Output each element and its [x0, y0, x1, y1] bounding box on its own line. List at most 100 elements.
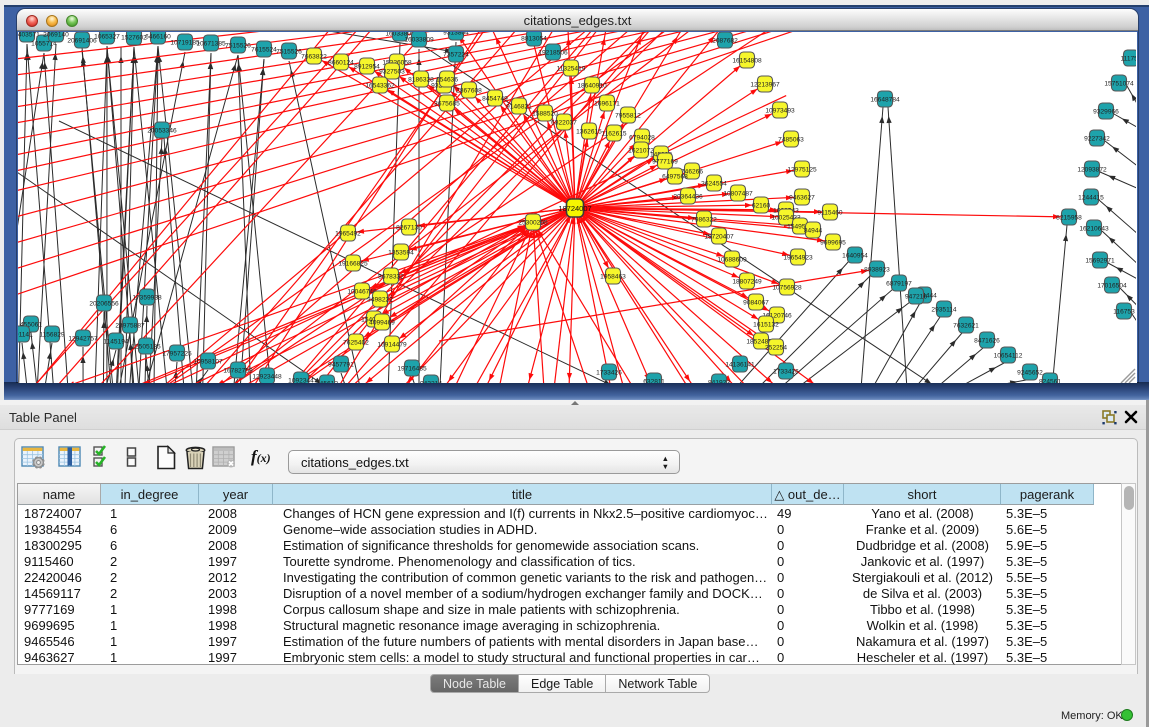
svg-text:8813054: 8813054 — [521, 36, 547, 43]
svg-text:2069140: 2069140 — [43, 32, 69, 39]
svg-text:18640910: 18640910 — [577, 83, 607, 90]
svg-text:12213967: 12213967 — [750, 82, 780, 89]
svg-text:23975887: 23975887 — [115, 323, 145, 330]
svg-text:9245652: 9245652 — [1017, 370, 1043, 377]
svg-text:3624554: 3624554 — [701, 181, 727, 188]
svg-text:16154808: 16154808 — [732, 58, 762, 65]
svg-text:1615132: 1615132 — [753, 322, 779, 329]
svg-text:2935114: 2935114 — [931, 307, 957, 314]
svg-text:947216: 947216 — [905, 294, 927, 301]
svg-text:1733426: 1733426 — [773, 369, 799, 376]
svg-text:245612: 245612 — [316, 381, 338, 384]
svg-text:10958107: 10958107 — [193, 359, 223, 366]
svg-text:824561: 824561 — [1039, 379, 1061, 384]
svg-text:1527602: 1527602 — [121, 35, 147, 42]
svg-text:10688609: 10688609 — [717, 257, 747, 264]
svg-text:2087682: 2087682 — [712, 38, 738, 45]
svg-text:6322037: 6322037 — [551, 120, 577, 127]
svg-text:16033809: 16033809 — [404, 37, 434, 44]
svg-text:17016504: 17016504 — [1097, 283, 1127, 290]
svg-text:1065327: 1065327 — [94, 34, 120, 41]
svg-text:7615524: 7615524 — [251, 47, 277, 54]
svg-text:7625402: 7625402 — [343, 340, 369, 347]
svg-text:15720407: 15720407 — [704, 234, 734, 241]
svg-text:15751074: 15751074 — [1104, 81, 1134, 88]
svg-text:8267130: 8267130 — [396, 225, 422, 232]
svg-text:9327503: 9327503 — [379, 69, 405, 76]
svg-text:6879197: 6879197 — [886, 281, 912, 288]
svg-text:9084067: 9084067 — [743, 300, 769, 307]
svg-text:8678332: 8678332 — [378, 274, 404, 281]
svg-text:19218506: 19218506 — [538, 50, 568, 57]
svg-text:16914479: 16914479 — [377, 342, 407, 349]
svg-text:16648784: 16648784 — [870, 97, 900, 104]
svg-text:20206556: 20206556 — [89, 301, 119, 308]
svg-text:1353594: 1353594 — [388, 250, 414, 257]
svg-text:1244415: 1244415 — [1078, 195, 1104, 202]
svg-text:8660124: 8660124 — [328, 60, 354, 67]
svg-text:16210643: 16210643 — [1079, 226, 1109, 233]
svg-text:9146821: 9146821 — [506, 104, 532, 111]
svg-text:12923448: 12923448 — [252, 374, 282, 381]
svg-text:1588520: 1588520 — [532, 111, 558, 118]
svg-text:116753: 116753 — [1113, 309, 1135, 316]
svg-text:7986322: 7986322 — [691, 217, 717, 224]
svg-text:10671385: 10671385 — [196, 41, 226, 48]
svg-text:16543362: 16543362 — [365, 83, 395, 90]
svg-text:9227342: 9227342 — [1084, 136, 1110, 143]
svg-text:12505135: 12505135 — [131, 344, 161, 351]
svg-text:8938923: 8938923 — [864, 267, 890, 274]
svg-text:7663822: 7663822 — [301, 54, 327, 61]
svg-text:18807249: 18807249 — [732, 279, 762, 286]
svg-text:7485063: 7485063 — [778, 137, 804, 144]
svg-text:9777169: 9777169 — [652, 159, 678, 166]
svg-text:7955812: 7955812 — [615, 113, 641, 120]
svg-text:1362615: 1362615 — [576, 129, 602, 136]
svg-text:17359938: 17359938 — [132, 295, 162, 302]
svg-text:252254: 252254 — [765, 345, 787, 352]
svg-text:154636: 154636 — [436, 77, 458, 84]
svg-text:12975125: 12975125 — [787, 167, 817, 174]
svg-text:6794028: 6794028 — [629, 135, 655, 142]
svg-text:1733426: 1733426 — [596, 370, 622, 377]
svg-text:17957225: 17957225 — [162, 351, 192, 358]
svg-text:3498222: 3498222 — [367, 297, 393, 304]
svg-text:19166825: 19166825 — [338, 261, 368, 268]
svg-text:7632621: 7632621 — [953, 323, 979, 330]
svg-text:1640954: 1640954 — [842, 253, 868, 260]
svg-text:18724007: 18724007 — [558, 204, 591, 213]
svg-text:10807487: 10807487 — [723, 191, 753, 198]
svg-text:7515526: 7515526 — [276, 49, 302, 56]
svg-text:4099469: 4099469 — [369, 320, 395, 327]
svg-text:8454749: 8454749 — [482, 96, 508, 103]
svg-text:9115460: 9115460 — [817, 210, 843, 217]
svg-text:62160: 62160 — [752, 203, 771, 210]
svg-text:84944: 84944 — [804, 228, 823, 235]
svg-text:10973493: 10973493 — [765, 108, 795, 115]
svg-text:1156829: 1156829 — [39, 332, 65, 339]
svg-text:25300295: 25300295 — [518, 220, 548, 227]
svg-text:9457791: 9457791 — [328, 362, 354, 369]
svg-text:7515526: 7515526 — [225, 43, 251, 50]
svg-text:19716485: 19716485 — [397, 366, 427, 373]
svg-text:9329966: 9329966 — [1093, 109, 1119, 116]
svg-text:632811: 632811 — [643, 379, 665, 384]
svg-text:1145194: 1145194 — [103, 339, 129, 346]
svg-text:8471626: 8471626 — [974, 338, 1000, 345]
svg-text:6497568: 6497568 — [662, 174, 688, 181]
svg-text:6466160: 6466160 — [145, 34, 171, 41]
svg-text:14136141: 14136141 — [725, 362, 755, 369]
svg-text:943214: 943214 — [420, 381, 442, 384]
svg-text:841923: 841923 — [708, 380, 730, 384]
svg-text:8215958: 8215958 — [1056, 215, 1082, 222]
svg-text:3675685: 3675685 — [434, 101, 460, 108]
svg-text:10756928: 10756928 — [772, 285, 802, 292]
svg-text:20053346: 20053346 — [147, 128, 177, 135]
svg-text:391141: 391141 — [18, 332, 33, 339]
svg-text:20364436: 20364436 — [673, 194, 703, 201]
svg-text:2867608: 2867608 — [456, 88, 482, 95]
svg-text:11325419: 11325419 — [557, 66, 586, 73]
svg-text:8912954: 8912954 — [354, 64, 380, 71]
svg-text:1965492: 1965492 — [335, 231, 361, 238]
svg-text:16782759: 16782759 — [223, 368, 253, 375]
